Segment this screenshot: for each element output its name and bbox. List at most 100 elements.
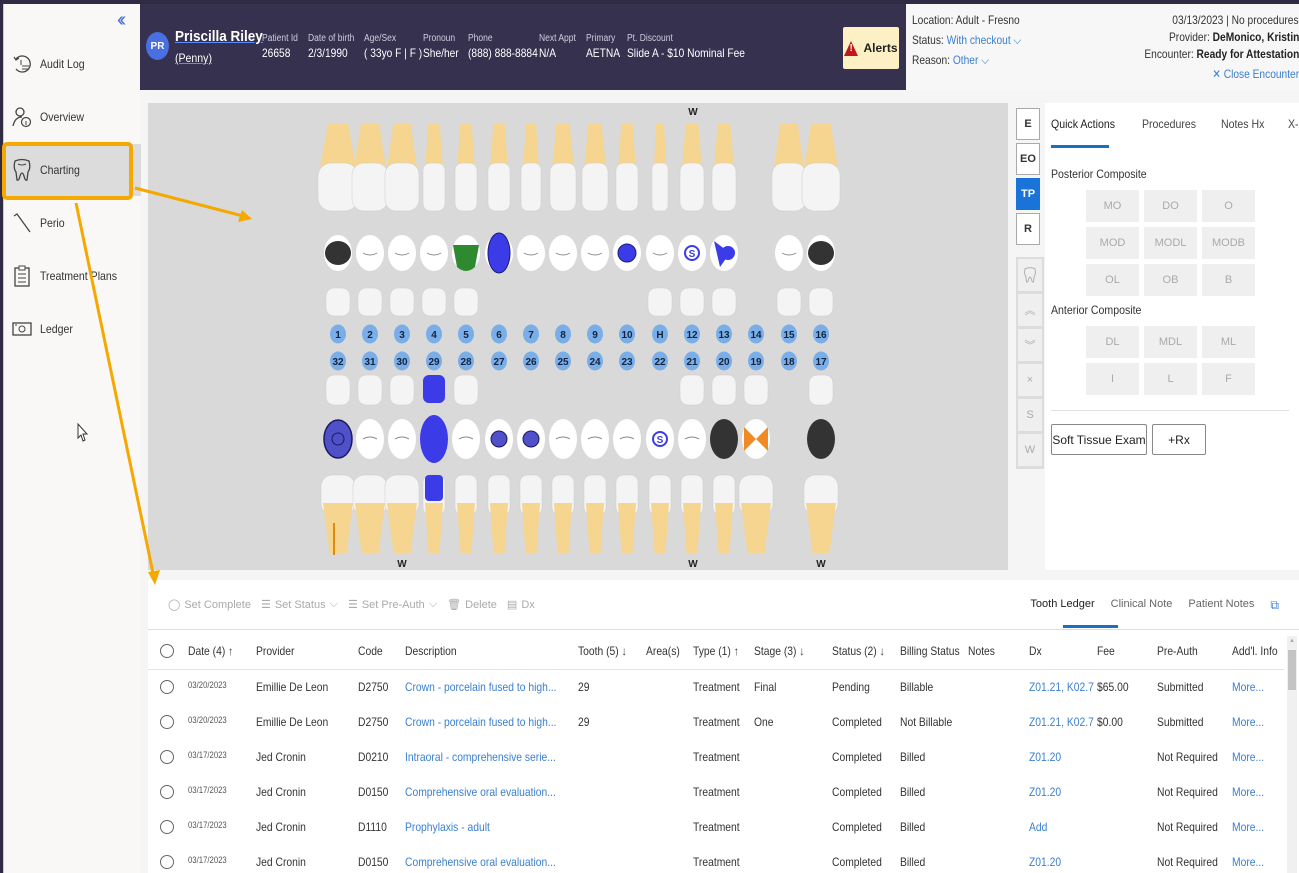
row-description-link[interactable]: Comprehensive oral evaluation...: [405, 785, 556, 799]
surface-button-o[interactable]: O: [1202, 190, 1255, 222]
expand-icon[interactable]: ⧉: [1270, 598, 1279, 613]
set-complete-button[interactable]: ◯ Set Complete: [168, 598, 251, 612]
row-dx-link[interactable]: Add: [1029, 820, 1047, 834]
tab-patient-notes[interactable]: Patient Notes: [1188, 598, 1254, 613]
reason-dropdown[interactable]: Other ⌵: [953, 53, 989, 67]
dx-button[interactable]: ▤ Dx: [507, 598, 535, 612]
row-more-link[interactable]: More...: [1232, 715, 1264, 729]
sidebar-item-overview[interactable]: Overview: [4, 91, 141, 143]
table-row[interactable]: 03/17/2023 Jed Cronin D0150 Comprehensive o…: [148, 775, 1284, 810]
row-select-radio[interactable]: [160, 820, 174, 834]
column-header-description[interactable]: Description: [405, 644, 457, 658]
column-header-provider[interactable]: Provider: [256, 644, 294, 658]
table-row[interactable]: 03/17/2023 Jed Cronin D0210 Intraoral - com…: [148, 740, 1284, 775]
surface-button-ob[interactable]: OB: [1144, 264, 1197, 296]
row-dx-link[interactable]: Z01.21, K02.7: [1029, 715, 1094, 729]
tooth-chart[interactable]: W 1 32 2 31 3 30 4 29 5 28 6 27 7 26 8 25 9 24 10 23 H 22 S S 12 2…: [148, 103, 1008, 570]
column-header-pre-auth[interactable]: Pre-Auth: [1157, 644, 1198, 658]
patient-name-link[interactable]: Priscilla Riley: [175, 28, 263, 45]
sidebar-item-perio[interactable]: Perio: [4, 197, 141, 249]
collapse-sidebar-button[interactable]: ‹‹: [117, 9, 127, 32]
patient-nickname[interactable]: (Penny): [175, 51, 212, 65]
column-header-stage[interactable]: Stage (3) ↓: [754, 644, 804, 658]
row-select-radio[interactable]: [160, 715, 174, 729]
row-description-link[interactable]: Prophylaxis - adult: [405, 820, 490, 834]
row-dx-link[interactable]: Z01.21, K02.7: [1029, 680, 1094, 694]
scroll-up-icon[interactable]: ▲: [1289, 638, 1295, 644]
row-more-link[interactable]: More...: [1232, 680, 1264, 694]
surface-button-modl[interactable]: MODL: [1144, 227, 1197, 259]
column-header-billing-status[interactable]: Billing Status: [900, 644, 960, 658]
sidebar-item-audit-log[interactable]: Audit Log: [4, 38, 141, 90]
table-row[interactable]: 03/17/2023 Jed Cronin D0150 Comprehensive o…: [148, 845, 1284, 873]
surface-button-l[interactable]: L: [1144, 363, 1197, 395]
row-description-link[interactable]: Crown - porcelain fused to high...: [405, 680, 556, 694]
row-description-link[interactable]: Comprehensive oral evaluation...: [405, 855, 556, 869]
tab-x-rays[interactable]: X-Rays: [1288, 117, 1299, 131]
table-row[interactable]: 03/17/2023 Jed Cronin D1110 Prophylaxis - a…: [148, 810, 1284, 845]
x-icon[interactable]: ×: [1018, 364, 1042, 396]
view-toggle-e[interactable]: E: [1016, 108, 1040, 140]
table-row[interactable]: 03/20/2023 Emillie De Leon D2750 Crown - po…: [148, 670, 1284, 705]
row-select-radio[interactable]: [160, 750, 174, 764]
set-status-dropdown[interactable]: ☰ Set Status ⌵: [261, 598, 338, 611]
tab-quick-actions[interactable]: Quick Actions: [1051, 117, 1115, 131]
row-more-link[interactable]: More...: [1232, 820, 1264, 834]
row-description-link[interactable]: Intraoral - comprehensive serie...: [405, 750, 556, 764]
chevrons-up-icon[interactable]: ︽: [1018, 294, 1042, 326]
tab-notes-hx[interactable]: Notes Hx: [1221, 117, 1264, 131]
row-dx-link[interactable]: Z01.20: [1029, 855, 1061, 869]
column-header-tooth[interactable]: Tooth (5) ↓: [578, 644, 627, 658]
column-header-addl-info[interactable]: Add'l. Info: [1232, 644, 1278, 658]
delete-button[interactable]: 🗑 Delete: [447, 598, 497, 612]
sidebar-item-charting[interactable]: Charting: [4, 144, 141, 196]
tab-procedures[interactable]: Procedures: [1142, 117, 1196, 131]
surface-button-dl[interactable]: DL: [1086, 326, 1139, 358]
row-more-link[interactable]: More...: [1232, 750, 1264, 764]
w-icon[interactable]: W: [1018, 434, 1042, 466]
surface-button-modb[interactable]: MODB: [1202, 227, 1255, 259]
row-more-link[interactable]: More...: [1232, 785, 1264, 799]
column-header-notes[interactable]: Notes: [968, 644, 995, 658]
column-header-status[interactable]: Status (2) ↓: [832, 644, 885, 658]
surface-button-ol[interactable]: OL: [1086, 264, 1139, 296]
surface-button-mo[interactable]: MO: [1086, 190, 1139, 222]
set-pre-auth-dropdown[interactable]: ☰ Set Pre-Auth ⌵: [348, 598, 437, 611]
row-description-link[interactable]: Crown - porcelain fused to high...: [405, 715, 556, 729]
soft-tissue-exam-button[interactable]: Soft Tissue Exam: [1051, 424, 1147, 455]
close-encounter-link[interactable]: ✕ Close Encounter: [1212, 67, 1299, 81]
sidebar-item-treatment-plans[interactable]: Treatment Plans: [4, 250, 141, 302]
tab-clinical-note[interactable]: Clinical Note: [1111, 598, 1173, 613]
row-dx-link[interactable]: Z01.20: [1029, 750, 1061, 764]
column-header-areas[interactable]: Area(s): [646, 644, 680, 658]
tooth-chart-canvas[interactable]: W1322313304295286277268259241023H22SS122…: [148, 103, 1008, 570]
select-all-radio[interactable]: [160, 644, 174, 658]
tab-tooth-ledger[interactable]: Tooth Ledger: [1030, 598, 1094, 613]
sidebar-item-ledger[interactable]: Ledger: [4, 303, 141, 355]
column-header-code[interactable]: Code: [358, 644, 383, 658]
surface-button-b[interactable]: B: [1202, 264, 1255, 296]
column-header-fee[interactable]: Fee: [1097, 644, 1115, 658]
s-icon[interactable]: S: [1018, 399, 1042, 431]
surface-button-f[interactable]: F: [1202, 363, 1255, 395]
row-select-radio[interactable]: [160, 680, 174, 694]
view-toggle-eo[interactable]: EO: [1016, 143, 1040, 175]
status-dropdown[interactable]: With checkout ⌵: [947, 33, 1022, 47]
surface-button-mdl[interactable]: MDL: [1144, 326, 1197, 358]
tooth-outline-icon[interactable]: [1018, 259, 1042, 291]
alerts-button[interactable]: Alerts: [843, 27, 899, 69]
view-toggle-r[interactable]: R: [1016, 213, 1040, 245]
row-select-radio[interactable]: [160, 785, 174, 799]
column-header-dx[interactable]: Dx: [1029, 644, 1042, 658]
surface-button-do[interactable]: DO: [1144, 190, 1197, 222]
column-header-type[interactable]: Type (1) ↑: [693, 644, 739, 658]
column-header-date[interactable]: Date (4) ↑: [188, 644, 233, 658]
scrollbar-thumb[interactable]: [1288, 650, 1296, 690]
row-more-link[interactable]: More...: [1232, 855, 1264, 869]
row-dx-link[interactable]: Z01.20: [1029, 785, 1061, 799]
surface-button-mod[interactable]: MOD: [1086, 227, 1139, 259]
ledger-scrollbar[interactable]: ▲: [1287, 636, 1297, 873]
chevrons-down-icon[interactable]: ︾: [1018, 329, 1042, 361]
surface-button-i[interactable]: I: [1086, 363, 1139, 395]
table-row[interactable]: 03/20/2023 Emillie De Leon D2750 Crown - po…: [148, 705, 1284, 740]
